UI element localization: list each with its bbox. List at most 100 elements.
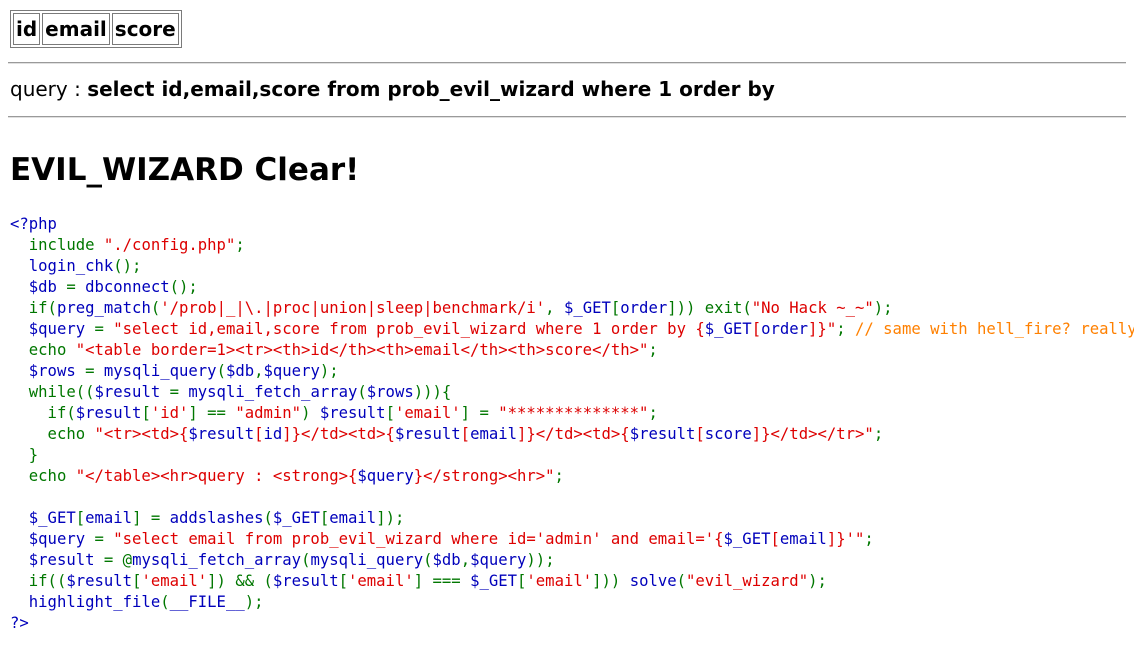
code-token: ;	[235, 236, 245, 254]
code-token: }	[10, 446, 39, 464]
query-line: query : select id,email,score from prob_…	[10, 76, 1126, 102]
code-token: mysqli_fetch_array	[188, 383, 358, 401]
code-token: ;	[836, 320, 855, 338]
code-token: ] ==	[188, 404, 236, 422]
code-token: solve	[629, 572, 677, 590]
code-token: 'email'	[141, 572, 208, 590]
code-token: $result	[66, 572, 133, 590]
code-line: echo "<table border=1><tr><th>id</th><th…	[10, 341, 658, 359]
code-token: $rows	[366, 383, 414, 401]
code-line: while(($result = mysqli_fetch_array($row…	[10, 383, 452, 401]
code-token: "**************"	[498, 404, 649, 422]
code-token: "admin"	[235, 404, 302, 422]
divider-top	[8, 62, 1126, 64]
code-token: =	[66, 278, 86, 296]
code-token: ])) exit(	[667, 299, 752, 317]
code-token: (	[423, 551, 433, 569]
code-token: "</table><hr>query : <strong>{	[75, 467, 358, 485]
divider-bottom	[8, 116, 1126, 118]
code-token: [	[695, 425, 705, 443]
code-token: ;	[648, 341, 658, 359]
code-token: );	[319, 362, 339, 380]
code-line: echo "<tr><td>{$result[id]}</td><td>{$re…	[10, 425, 884, 443]
code-token: [	[385, 404, 395, 422]
code-token: }</strong><hr>"	[413, 467, 555, 485]
code-line: if(preg_match('/prob|_|\.|proc|union|sle…	[10, 299, 893, 317]
code-token: email	[85, 509, 133, 527]
code-token: ;	[554, 467, 564, 485]
code-token: email	[329, 509, 377, 527]
code-token: [	[338, 572, 348, 590]
code-token: // same with hell_fire? really?	[855, 320, 1134, 338]
code-token: ]}</td><td>{	[282, 425, 395, 443]
column-header-email: email	[42, 13, 110, 45]
code-line: $query = "select id,email,score from pro…	[10, 320, 1134, 338]
code-token: ;	[864, 530, 874, 548]
code-token: id	[263, 425, 283, 443]
code-token: $result	[75, 404, 142, 422]
code-token: [	[141, 404, 151, 422]
code-token: mysqli_query	[310, 551, 424, 569]
code-line: $rows = mysqli_query($db,$query);	[10, 362, 339, 380]
code-token: [	[770, 530, 780, 548]
code-token: =	[169, 383, 189, 401]
code-token: echo	[10, 467, 76, 485]
code-token: =	[94, 530, 114, 548]
code-token: $_GET	[723, 530, 771, 548]
code-token: __FILE__	[169, 593, 245, 611]
code-token: 'email'	[394, 404, 461, 422]
code-token: [	[460, 425, 471, 443]
code-token: [	[751, 320, 762, 338]
code-token: =	[94, 320, 114, 338]
code-line: }	[10, 446, 38, 464]
code-token: email	[779, 530, 827, 548]
code-token: if(	[10, 404, 76, 422]
code-token: ] =	[132, 509, 170, 527]
code-token: $result	[629, 425, 696, 443]
code-token: mysqli_fetch_array	[132, 551, 302, 569]
code-token: (	[263, 509, 273, 527]
code-token: highlight_file	[10, 593, 161, 611]
column-header-id: id	[13, 13, 41, 45]
column-header-score: score	[111, 13, 179, 45]
clear-heading: EVIL_WIZARD Clear!	[10, 152, 360, 188]
code-token: (	[676, 572, 687, 590]
code-token: = @	[103, 551, 133, 569]
code-token: ))){	[413, 383, 452, 401]
code-token: $_GET	[563, 299, 611, 317]
code-line: highlight_file(__FILE__);	[10, 593, 264, 611]
code-line: if(($result['email']) && ($result['email…	[10, 572, 827, 590]
code-token: order	[620, 299, 668, 317]
code-token: $query	[10, 530, 95, 548]
code-token: 'id'	[150, 404, 189, 422]
code-token: $query	[470, 551, 527, 569]
code-token: $db	[10, 278, 67, 296]
code-token: ));	[526, 551, 555, 569]
code-token: $result	[272, 572, 339, 590]
source-code: <?php include "./config.php"; login_chk(…	[10, 214, 1134, 634]
code-token: (	[160, 593, 170, 611]
code-token: mysqli_query	[103, 362, 217, 380]
code-token: $_GET	[272, 509, 320, 527]
code-token: ]) && (	[207, 572, 273, 590]
code-token: =	[85, 362, 104, 380]
code-token: while((	[10, 383, 95, 401]
code-token: ]}</td><td>{	[517, 425, 630, 443]
code-token: ]}"	[808, 320, 837, 338]
code-token: login_chk	[10, 257, 114, 275]
code-token: dbconnect	[85, 278, 170, 296]
code-token: )	[301, 404, 320, 422]
code-token: ]}</td></tr>"	[751, 425, 874, 443]
code-line: echo "</table><hr>query : <strong>{$quer…	[10, 467, 564, 485]
code-token: $query	[357, 467, 414, 485]
code-token: echo	[10, 425, 95, 443]
code-line: if($result['id'] == "admin") $result['em…	[10, 404, 658, 422]
code-token: ]}'"	[826, 530, 865, 548]
code-token: $result	[394, 425, 461, 443]
code-token: order	[761, 320, 809, 338]
code-token: "evil_wizard"	[686, 572, 809, 590]
code-token: "<tr><td>{	[94, 425, 189, 443]
code-token: $rows	[10, 362, 86, 380]
code-token: $_GET	[470, 572, 518, 590]
code-token: );	[244, 593, 264, 611]
